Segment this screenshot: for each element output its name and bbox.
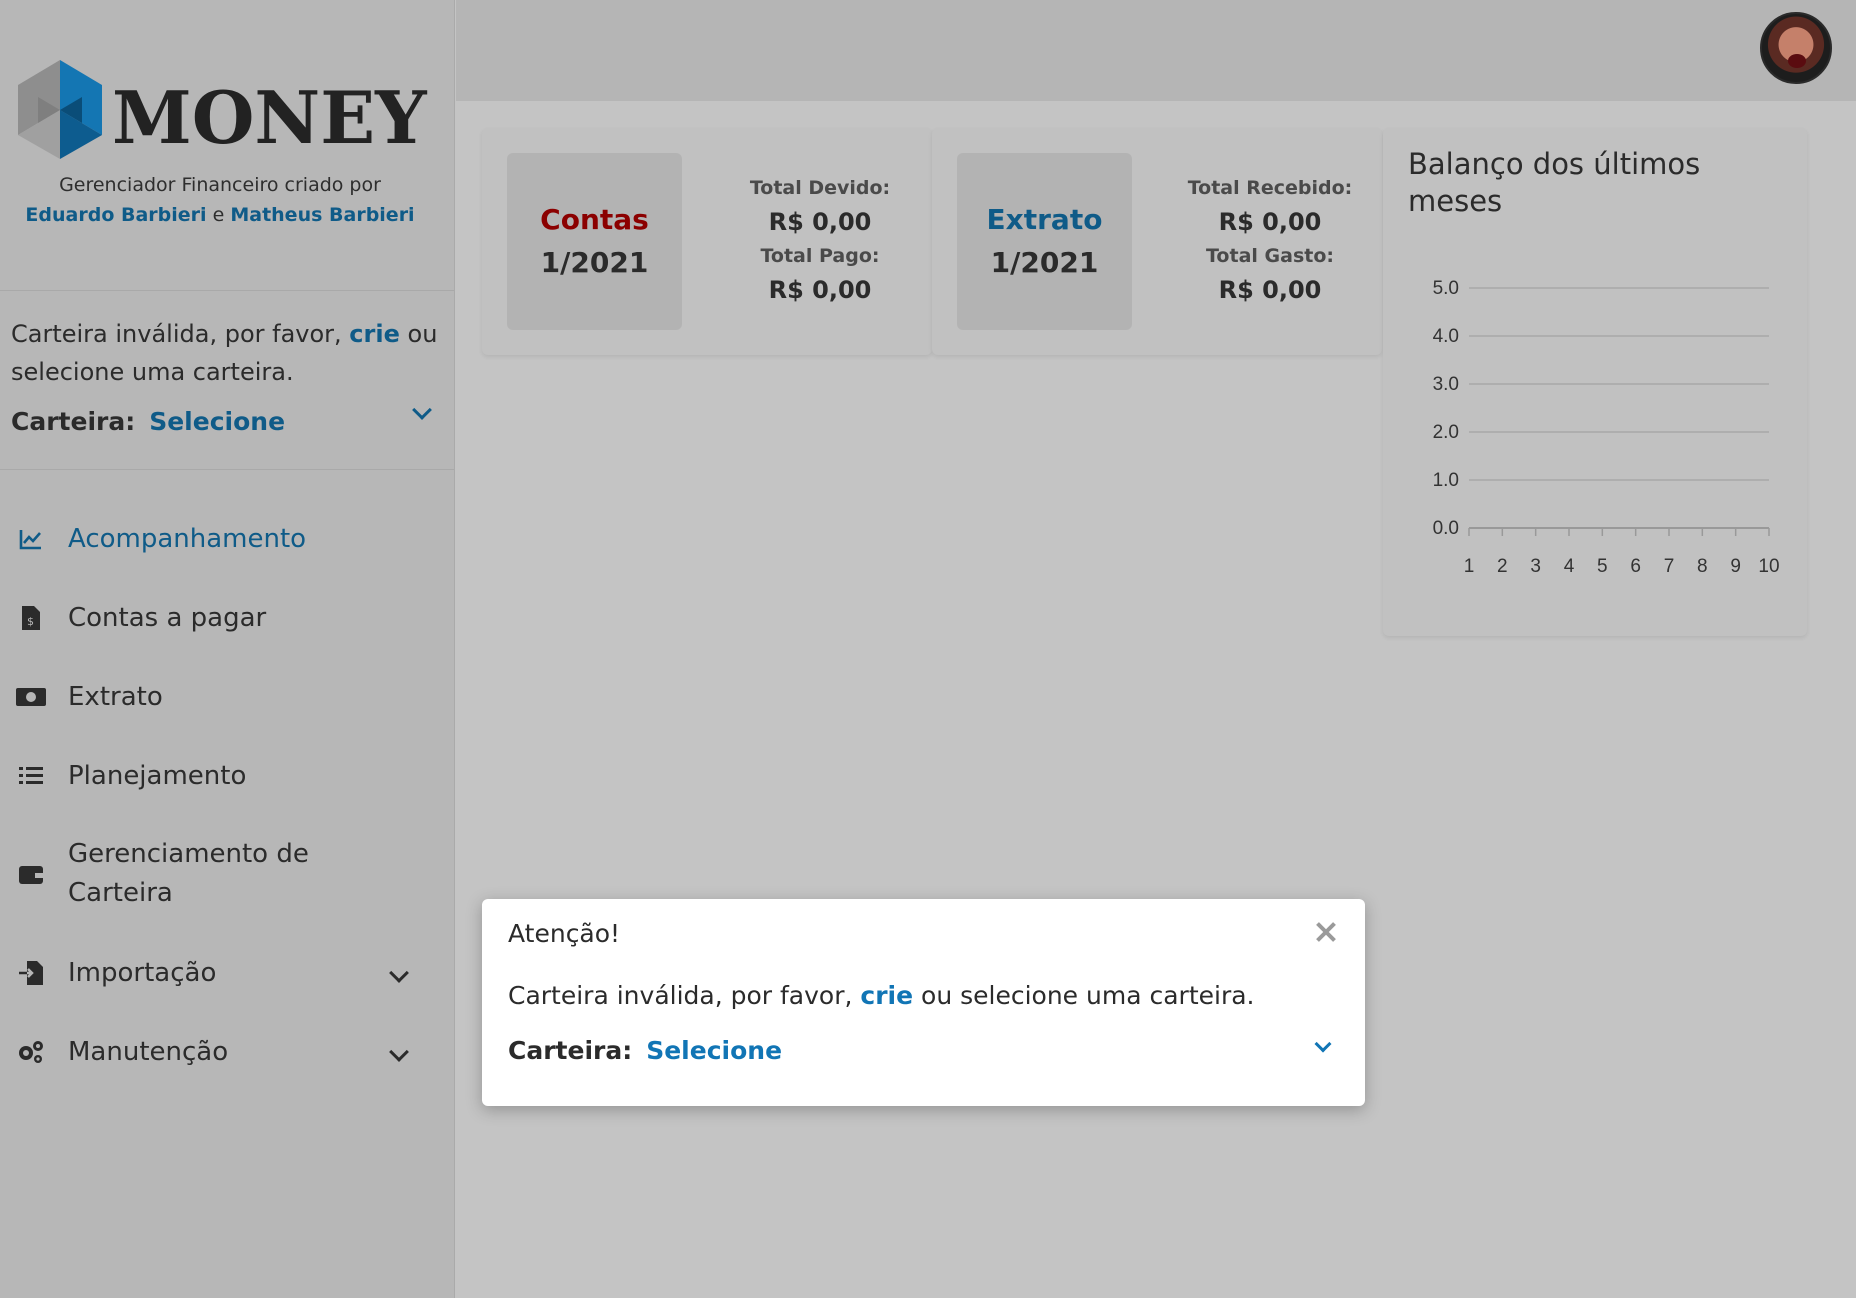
chevron-down-icon[interactable] <box>1314 1035 1332 1053</box>
attention-modal: Atenção! Carteira inválida, por favor, c… <box>482 899 1365 1106</box>
modal-message: Carteira inválida, por favor, crie ou se… <box>508 981 1255 1010</box>
modal-msg-text-2: ou selecione uma carteira. <box>921 981 1255 1010</box>
wallet-label: Carteira: <box>508 1036 633 1065</box>
modal-title: Atenção! <box>508 919 621 948</box>
wallet-select-value[interactable]: Selecione <box>646 1036 782 1065</box>
close-icon[interactable] <box>1313 919 1339 945</box>
modal-wallet-select[interactable]: Carteira: Selecione <box>508 1035 1339 1065</box>
create-wallet-link[interactable]: crie <box>860 981 913 1010</box>
modal-msg-text: Carteira inválida, por favor, <box>508 981 853 1010</box>
